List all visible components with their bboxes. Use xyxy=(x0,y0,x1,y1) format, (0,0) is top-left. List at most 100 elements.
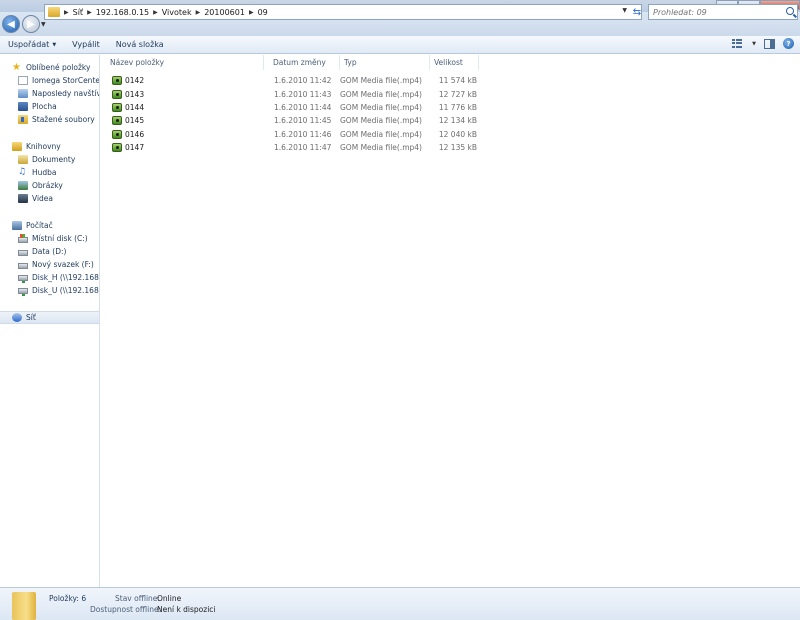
nav-item-label: Hudba xyxy=(32,168,57,177)
file-type: GOM Media file(.mp4) xyxy=(340,89,422,99)
breadcrumb-item[interactable]: 09 xyxy=(258,8,268,17)
back-button[interactable]: ◀ xyxy=(2,15,20,33)
file-name: 0145 xyxy=(125,116,145,126)
network-drive-icon xyxy=(18,287,28,296)
breadcrumb-item[interactable]: 192.168.0.15 xyxy=(96,8,149,17)
nav-computer-label: Počítač xyxy=(26,221,53,230)
column-header-label: Název položky xyxy=(110,58,165,67)
column-header-type[interactable]: Typ xyxy=(340,55,430,70)
nav-item-recent[interactable]: Naposledy navštívené xyxy=(0,87,99,100)
nav-item-label: Obrázky xyxy=(32,181,63,190)
computer-icon xyxy=(12,221,22,230)
gom-media-file-icon xyxy=(112,76,122,86)
refresh-button[interactable]: ⇆ xyxy=(630,4,644,20)
column-header-label: Typ xyxy=(344,58,357,67)
file-date: 1.6.2010 11:44 xyxy=(274,102,332,112)
address-bar[interactable]: ▶ Síť ▶ 192.168.0.15 ▶ Vivotek ▶ 2010060… xyxy=(44,4,642,20)
table-row[interactable]: 0143 1.6.2010 11:43 GOM Media file(.mp4)… xyxy=(101,87,479,100)
nav-item-downloads[interactable]: Stažené soubory xyxy=(0,113,99,126)
column-headers: Název položky Datum změny Typ Velikost xyxy=(101,55,800,70)
forward-button[interactable]: ▶ xyxy=(22,15,40,33)
file-date: 1.6.2010 11:46 xyxy=(274,129,332,139)
search-icon[interactable] xyxy=(786,7,794,15)
recent-places-icon xyxy=(18,89,28,98)
chevron-down-icon: ▼ xyxy=(52,41,57,48)
column-header-name[interactable]: Název položky xyxy=(101,55,264,70)
breadcrumb-chevron-icon[interactable]: ▶ xyxy=(153,9,158,16)
nav-item-music[interactable]: ♫ Hudba xyxy=(0,166,99,179)
shortcut-icon xyxy=(18,76,28,85)
view-dropdown-icon[interactable]: ▼ xyxy=(752,41,756,47)
table-row[interactable]: 0147 1.6.2010 11:47 GOM Media file(.mp4)… xyxy=(101,141,479,154)
column-header-date[interactable]: Datum změny xyxy=(264,55,340,70)
change-view-icon[interactable] xyxy=(732,38,744,49)
table-row[interactable]: 0144 1.6.2010 11:44 GOM Media file(.mp4)… xyxy=(101,101,479,114)
file-date: 1.6.2010 11:47 xyxy=(274,143,332,153)
nav-item-label: Iomega StorCenter xyxy=(32,76,100,85)
nav-item-disk-u[interactable]: Disk_U (\\192.168.0.1 xyxy=(0,284,99,297)
breadcrumb-chevron-icon[interactable]: ▶ xyxy=(249,9,254,16)
arrow-right-icon: ▶ xyxy=(27,18,35,30)
gom-media-file-icon xyxy=(112,102,122,112)
file-type: GOM Media file(.mp4) xyxy=(340,102,422,112)
nav-item-drive-c[interactable]: Místní disk (C:) xyxy=(0,232,99,245)
videos-icon xyxy=(18,194,28,203)
nav-item-label: Dokumenty xyxy=(32,155,76,164)
table-row[interactable]: 0145 1.6.2010 11:45 GOM Media file(.mp4)… xyxy=(101,114,479,127)
music-note-icon: ♫ xyxy=(18,167,27,177)
nav-item-disk-h[interactable]: Disk_H (\\192.168.0.1 xyxy=(0,271,99,284)
folder-icon xyxy=(12,592,36,620)
breadcrumb-item[interactable]: Síť xyxy=(73,8,83,17)
nav-item-drive-d[interactable]: Data (D:) xyxy=(0,245,99,258)
drive-icon xyxy=(18,262,28,269)
recent-pages-dropdown[interactable]: ▼ xyxy=(41,21,49,28)
nav-libraries-label: Knihovny xyxy=(26,142,61,151)
help-icon[interactable]: ? xyxy=(783,38,794,49)
nav-network[interactable]: Síť xyxy=(0,311,99,324)
library-icon xyxy=(12,142,22,151)
search-box[interactable] xyxy=(648,4,798,20)
nav-libraries[interactable]: Knihovny xyxy=(0,140,99,153)
nav-item-pictures[interactable]: Obrázky xyxy=(0,179,99,192)
table-row[interactable]: 0146 1.6.2010 11:46 GOM Media file(.mp4)… xyxy=(101,128,479,141)
file-date: 1.6.2010 11:45 xyxy=(274,116,332,126)
nav-favorites[interactable]: ★ Oblíbené položky xyxy=(0,61,99,74)
nav-item-label: Naposledy navštívené xyxy=(32,89,99,98)
new-folder-button[interactable]: Nová složka xyxy=(108,40,172,49)
nav-item-label: Disk_H (\\192.168.0.1 xyxy=(32,273,99,282)
nav-item-desktop[interactable]: Plocha xyxy=(0,100,99,113)
file-size: 12 040 kB xyxy=(438,129,477,139)
downloads-icon xyxy=(18,115,28,124)
nav-item-documents[interactable]: Dokumenty xyxy=(0,153,99,166)
preview-pane-icon[interactable] xyxy=(764,38,775,49)
nav-item-videos[interactable]: Videa xyxy=(0,192,99,205)
gom-media-file-icon xyxy=(112,89,122,99)
gom-media-file-icon xyxy=(112,143,122,153)
column-header-size[interactable]: Velikost xyxy=(430,55,479,70)
nav-item-label: Disk_U (\\192.168.0.1 xyxy=(32,286,99,295)
nav-item-iomega[interactable]: Iomega StorCenter xyxy=(0,74,99,87)
file-name: 0144 xyxy=(125,102,145,112)
file-size: 12 727 kB xyxy=(438,89,477,99)
file-size: 11 776 kB xyxy=(438,102,477,112)
nav-favorites-label: Oblíbené položky xyxy=(26,63,91,72)
refresh-icon: ⇆ xyxy=(632,6,642,18)
file-date: 1.6.2010 11:43 xyxy=(274,89,332,99)
breadcrumb-chevron-icon[interactable]: ▶ xyxy=(87,9,92,16)
file-rows: 0142 1.6.2010 11:42 GOM Media file(.mp4)… xyxy=(101,74,479,154)
table-row[interactable]: 0142 1.6.2010 11:42 GOM Media file(.mp4)… xyxy=(101,74,479,87)
organize-button[interactable]: Uspořádat ▼ xyxy=(0,40,64,49)
nav-item-drive-f[interactable]: Nový svazek (F:) xyxy=(0,258,99,271)
file-name: 0146 xyxy=(125,129,145,139)
nav-computer[interactable]: Počítač xyxy=(0,219,99,232)
breadcrumb-item[interactable]: 20100601 xyxy=(204,8,245,17)
breadcrumb-chevron-icon[interactable]: ▶ xyxy=(196,9,201,16)
gom-media-file-icon xyxy=(112,116,122,126)
breadcrumb-chevron-icon[interactable]: ▶ xyxy=(64,9,69,16)
burn-button[interactable]: Vypálit xyxy=(64,40,108,49)
toolbar-right: ▼ ? xyxy=(732,38,794,49)
breadcrumb-item[interactable]: Vivotek xyxy=(162,8,192,17)
nav-item-label: Videa xyxy=(32,194,54,203)
address-dropdown-icon[interactable]: ▼ xyxy=(622,7,627,14)
search-input[interactable] xyxy=(653,7,781,17)
